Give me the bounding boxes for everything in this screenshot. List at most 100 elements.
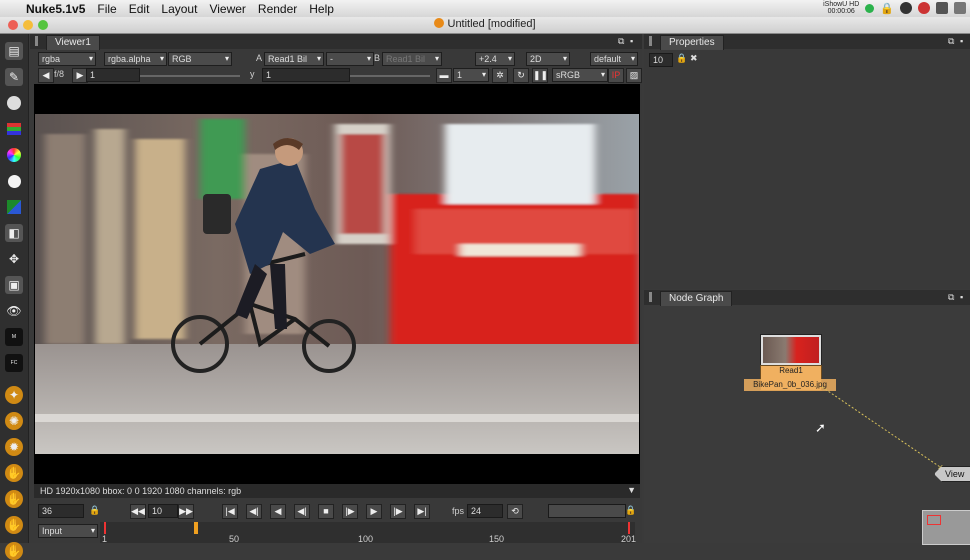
proxy-dropdown[interactable]: 1 (453, 68, 489, 82)
timeline-lock-icon[interactable]: 🔒 (624, 504, 638, 517)
gamma-slider[interactable] (350, 75, 430, 77)
views-nodes-icon[interactable]: 👁 (5, 302, 23, 320)
plugin-gizmo-2-icon[interactable]: ✺ (5, 412, 23, 430)
menu-layout[interactable]: Layout (161, 2, 197, 16)
roi-gear-icon[interactable]: ✲ (492, 68, 508, 83)
refresh-icon[interactable]: ↻ (513, 68, 529, 83)
plugin-gizmo-5-icon[interactable]: ✋ (5, 490, 23, 508)
tab-viewer1[interactable]: Viewer1 (46, 35, 100, 50)
node-graph-grip-icon[interactable] (649, 292, 652, 302)
plugin-gizmo-4-icon[interactable]: ✋ (5, 464, 23, 482)
last-frame-icon[interactable]: ▶| (414, 504, 430, 519)
channel-nodes-icon[interactable] (5, 120, 23, 138)
info-dropdown-icon[interactable]: ▼ (627, 485, 636, 495)
wipe-mode-dropdown[interactable]: - (326, 52, 374, 66)
loop-mode-icon[interactable]: ⟲ (507, 504, 523, 519)
image-info-text: HD 1920x1080 bbox: 0 0 1920 1080 channel… (40, 486, 242, 496)
app-menu[interactable]: Nuke5.1v5 (26, 2, 85, 16)
alpha-channel-dropdown[interactable]: rgba.alpha (104, 52, 167, 66)
fstop-left-arrow-icon[interactable]: ◀ (38, 68, 54, 83)
plugin-gizmo-1-icon[interactable]: ✦ (5, 386, 23, 404)
input-a-dropdown[interactable]: Read1 Bil (264, 52, 324, 66)
node-graph-close-icon[interactable]: ▪ (960, 292, 963, 302)
properties-float-icon[interactable]: ⧉ (948, 36, 954, 47)
panel-grip-icon[interactable] (35, 36, 38, 46)
plugin-gizmo-3-icon[interactable]: ✹ (5, 438, 23, 456)
colorspace-dropdown[interactable]: sRGB (552, 68, 608, 82)
menu-help[interactable]: Help (309, 2, 334, 16)
fps-field[interactable]: 24 (467, 504, 503, 518)
menu-file[interactable]: File (97, 2, 116, 16)
furnace-nodes-icon[interactable]: FC (5, 354, 23, 372)
increment-field[interactable]: 10 (148, 504, 178, 518)
next-keyframe-icon[interactable]: |▶ (390, 504, 406, 519)
overlay-stripes-icon[interactable]: ▨ (626, 68, 642, 83)
3d-nodes-icon[interactable]: ▣ (5, 276, 23, 294)
window-title: Untitled [modified] (0, 18, 970, 30)
display-style-dropdown[interactable]: RGB (168, 52, 232, 66)
in-point-marker[interactable] (104, 522, 106, 534)
pause-icon[interactable]: ❚❚ (532, 68, 548, 83)
node-graph-navigator[interactable] (922, 510, 970, 545)
properties-close-icon[interactable]: ▪ (960, 36, 963, 46)
clip-warning-icon[interactable]: IP (608, 68, 624, 83)
max-panels-field[interactable]: 10 (649, 53, 673, 67)
play-forward-icon[interactable]: |▶ (342, 504, 358, 519)
playhead-marker[interactable] (194, 522, 198, 534)
filter-nodes-icon[interactable] (5, 172, 23, 190)
image-nodes-icon[interactable]: ▤ (5, 42, 23, 60)
gain-slider[interactable] (140, 75, 240, 77)
plugin-gizmo-6-icon[interactable]: ✋ (5, 516, 23, 534)
properties-grip-icon[interactable] (649, 36, 652, 46)
node-graph-float-icon[interactable]: ⧉ (948, 292, 954, 303)
time-nodes-icon[interactable] (5, 94, 23, 112)
merge-nodes-icon[interactable]: ◧ (5, 224, 23, 242)
first-frame-icon[interactable]: |◀ (222, 504, 238, 519)
lut-dropdown[interactable]: default (590, 52, 638, 66)
menu-render[interactable]: Render (258, 2, 297, 16)
draw-nodes-icon[interactable]: ✎ (5, 68, 23, 86)
window-icon[interactable] (954, 2, 966, 14)
skip-back-increment-icon[interactable]: ◀◀ (130, 504, 146, 519)
node-toolbar: ▤ ✎ ◧ ✥ ▣ 👁 M FC ✦ ✺ ✹ ✋ ✋ ✋ ✋ (0, 34, 29, 560)
view-mode-dropdown[interactable]: 2D (526, 52, 570, 66)
network-icon[interactable] (900, 2, 912, 14)
input-b-dropdown[interactable]: Read1 Bil (382, 52, 442, 66)
viewer-tab-bar (30, 34, 642, 49)
lock-properties-icon[interactable]: 🔒 (676, 53, 687, 64)
skip-forward-increment-icon[interactable]: ▶▶ (178, 504, 194, 519)
clear-properties-icon[interactable]: ✖ (690, 53, 698, 64)
metadata-nodes-icon[interactable]: M (5, 328, 23, 346)
channels-dropdown[interactable]: rgba (38, 52, 96, 66)
properties-panel (644, 34, 970, 289)
window-title-text: Untitled [modified] (447, 18, 536, 30)
color-nodes-icon[interactable] (5, 146, 23, 164)
prev-frame-icon[interactable]: ◀ (270, 504, 286, 519)
gain-field[interactable]: 1 (86, 68, 140, 82)
next-frame-icon[interactable]: ▶ (366, 504, 382, 519)
lock-icon[interactable]: 🔒 (880, 2, 894, 15)
lock-range-icon[interactable]: 🔒 (88, 504, 102, 517)
tab-properties[interactable]: Properties (660, 35, 724, 50)
stop-icon[interactable]: ■ (318, 504, 334, 519)
close-panel-icon[interactable]: ▪ (630, 36, 633, 46)
mouse-cursor-icon: ➚ (815, 420, 826, 435)
record-indicator-icon[interactable] (865, 3, 875, 13)
tab-node-graph[interactable]: Node Graph (660, 291, 733, 306)
timeline-input-dropdown[interactable]: Input (38, 524, 98, 538)
current-frame-field[interactable]: 36 (38, 504, 84, 518)
prev-keyframe-icon[interactable]: ◀| (246, 504, 262, 519)
plugin-gizmo-7-icon[interactable]: ✋ (5, 542, 23, 560)
menu-edit[interactable]: Edit (129, 2, 150, 16)
copy-icon[interactable] (936, 2, 948, 14)
out-point-marker[interactable] (628, 522, 630, 534)
gain-zoom-dropdown[interactable]: +2.4 (475, 52, 515, 66)
gamma-field[interactable]: 1 (262, 68, 350, 82)
float-panel-icon[interactable]: ⧉ (618, 36, 624, 47)
menu-viewer[interactable]: Viewer (209, 2, 245, 16)
play-backward-icon[interactable]: ◀| (294, 504, 310, 519)
keyer-nodes-icon[interactable] (5, 198, 23, 216)
transform-nodes-icon[interactable]: ✥ (5, 250, 23, 268)
proxy-icon[interactable]: ▬ (436, 68, 452, 83)
user-icon[interactable] (918, 2, 930, 14)
